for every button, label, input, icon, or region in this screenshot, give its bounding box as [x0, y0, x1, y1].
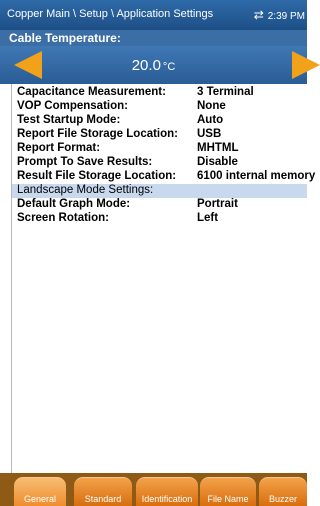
setting-value: Left	[197, 212, 219, 224]
setting-label: Default Graph Mode:	[17, 198, 131, 210]
setting-value: 3 Terminal	[197, 86, 254, 98]
tab-standard[interactable]: Standard	[74, 477, 132, 506]
title-bar: Copper Main \ Setup \ Application Settin…	[0, 0, 307, 30]
breadcrumb: Copper Main \ Setup \ Application Settin…	[7, 8, 214, 20]
temperature-unit: °C	[162, 61, 176, 73]
setting-test-startup-mode[interactable]: Test Startup Mode: Auto	[12, 114, 307, 128]
setting-report-format[interactable]: Report Format: MHTML	[12, 142, 307, 156]
setting-value: USB	[197, 128, 222, 140]
setting-vop-compensation[interactable]: VOP Compensation: None	[12, 100, 307, 114]
setting-value: None	[197, 100, 226, 112]
setting-value: Portrait	[197, 198, 238, 210]
setting-screen-rotation[interactable]: Screen Rotation: Left	[12, 212, 307, 226]
tab-file-name[interactable]: File Name	[200, 477, 256, 506]
setting-label: Result File Storage Location:	[17, 170, 177, 182]
setting-value: Disable	[197, 156, 238, 168]
setting-label: Prompt To Save Results:	[17, 156, 153, 168]
setting-result-file-storage-location[interactable]: Result File Storage Location: 6100 inter…	[12, 170, 315, 184]
setting-label: VOP Compensation:	[17, 100, 128, 112]
clock-time: 2:39 PM	[267, 11, 305, 22]
temperature-number: 20.0	[131, 57, 161, 74]
status-area: ⇄ 2:39 PM	[254, 8, 305, 22]
setting-label: Test Startup Mode:	[17, 114, 121, 126]
tab-bar: General Standard Identification File Nam…	[0, 473, 307, 506]
landscape-mode-section: Landscape Mode Settings:	[12, 184, 307, 198]
cable-temperature-header: Cable Temperature:	[0, 30, 307, 46]
settings-list: Capacitance Measurement: 3 Terminal VOP …	[12, 86, 315, 226]
tab-buzzer[interactable]: Buzzer	[259, 477, 307, 506]
setting-prompt-to-save-results[interactable]: Prompt To Save Results: Disable	[12, 156, 307, 170]
setting-report-file-storage-location[interactable]: Report File Storage Location: USB	[12, 128, 307, 142]
tab-identification[interactable]: Identification	[136, 477, 198, 506]
setting-label: Report File Storage Location:	[17, 128, 179, 140]
setting-label: Screen Rotation:	[17, 212, 110, 224]
setting-value: MHTML	[197, 142, 239, 154]
section-title: Cable Temperature:	[9, 31, 121, 45]
temperature-selector[interactable]: 20.0 °C	[0, 46, 320, 84]
setting-label: Report Format:	[17, 142, 101, 154]
setting-label: Capacitance Measurement:	[17, 86, 166, 98]
connection-icon: ⇄	[253, 8, 264, 22]
temperature-value: 20.0 °C	[0, 57, 307, 74]
increase-arrow-icon[interactable]	[292, 51, 320, 79]
tab-general[interactable]: General	[14, 477, 66, 506]
setting-value: Auto	[197, 114, 224, 126]
section-label: Landscape Mode Settings:	[17, 184, 154, 196]
setting-value: 6100 internal memory	[197, 170, 316, 182]
setting-default-graph-mode[interactable]: Default Graph Mode: Portrait	[12, 198, 307, 212]
setting-capacitance-measurement[interactable]: Capacitance Measurement: 3 Terminal	[12, 86, 307, 100]
